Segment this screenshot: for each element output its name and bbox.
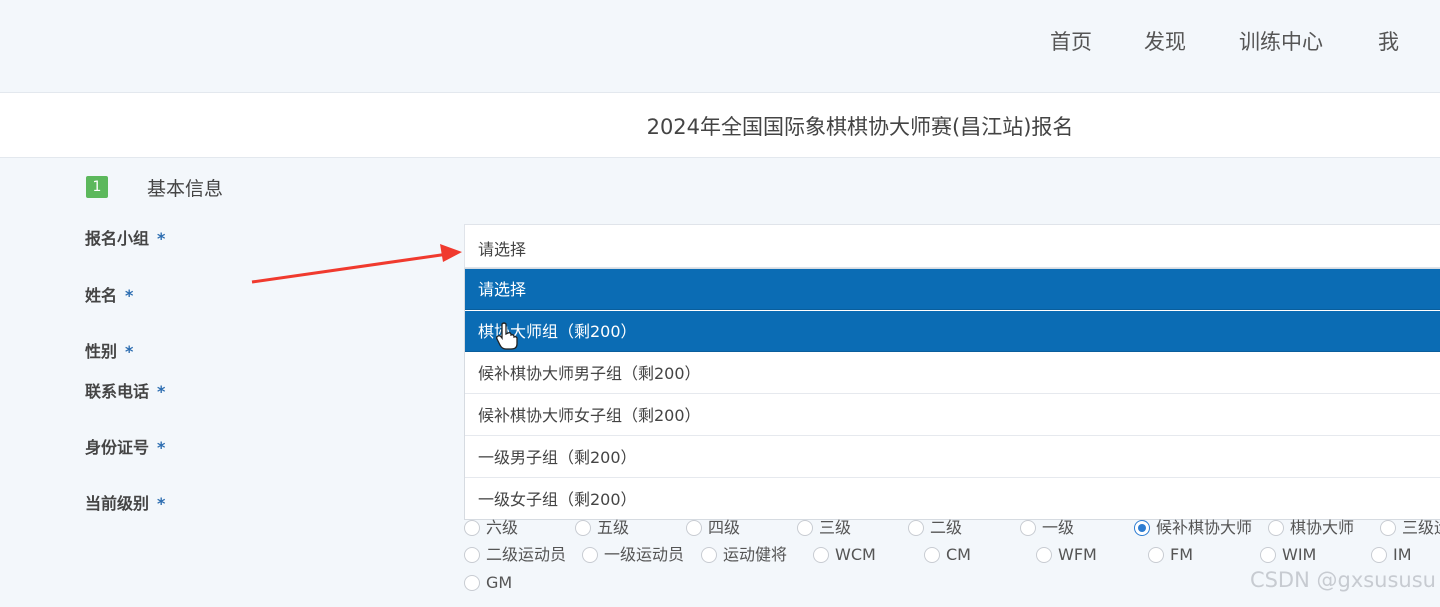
dropdown-option[interactable]: 候补棋协大师男子组（剩200） (465, 353, 1440, 394)
dropdown-option[interactable]: 棋协大师组（剩200） (465, 311, 1440, 352)
nav-discover[interactable]: 发现 (1144, 26, 1186, 56)
level-radio[interactable]: 二级 (908, 518, 962, 538)
group-select[interactable]: 请选择 (464, 224, 1440, 268)
group-select-value: 请选择 (478, 240, 527, 259)
step-badge: 1 (86, 176, 108, 198)
radio-circle-icon (1020, 520, 1036, 536)
radio-circle-icon (1380, 520, 1396, 536)
level-radio[interactable]: 棋协大师 (1268, 518, 1354, 538)
radio-circle-icon (1260, 547, 1276, 563)
title-bar: 2024年全国国际象棋棋协大师赛(昌江站)报名 (0, 93, 1440, 158)
radio-circle-icon (701, 547, 717, 563)
nav-home[interactable]: 首页 (1050, 26, 1092, 56)
radio-circle-icon (686, 520, 702, 536)
watermark: CSDN @gxsususu (1249, 568, 1436, 592)
page-title: 2024年全国国际象棋棋协大师赛(昌江站)报名 (646, 115, 1074, 139)
nav-training-center[interactable]: 训练中心 (1239, 26, 1323, 56)
label-id-number: 身份证号 * (85, 438, 166, 457)
level-radio[interactable]: FM (1148, 545, 1193, 565)
dropdown-option[interactable]: 请选择 (465, 269, 1440, 310)
radio-circle-icon (1371, 547, 1387, 563)
label-phone: 联系电话 * (85, 382, 166, 401)
hand-cursor-icon (496, 322, 518, 350)
level-radio[interactable]: 三级运 (1380, 518, 1440, 538)
radio-circle-icon (464, 575, 480, 591)
level-radio[interactable]: 六级 (464, 518, 518, 538)
level-radio[interactable]: GM (464, 573, 512, 593)
level-radio[interactable]: WFM (1036, 545, 1097, 565)
required-mark: * (125, 342, 134, 361)
radio-circle-icon (575, 520, 591, 536)
level-radio[interactable]: WIM (1260, 545, 1316, 565)
level-radio[interactable]: 五级 (575, 518, 629, 538)
required-mark: * (125, 286, 134, 305)
nav-me[interactable]: 我 (1378, 26, 1399, 56)
required-mark: * (157, 382, 166, 401)
level-radio[interactable]: CM (924, 545, 971, 565)
level-radio-selected[interactable]: 候补棋协大师 (1134, 518, 1252, 538)
group-select-dropdown: 请选择 棋协大师组（剩200） 候补棋协大师男子组（剩200） 候补棋协大师女子… (464, 268, 1440, 520)
radio-circle-icon (797, 520, 813, 536)
dropdown-option[interactable]: 候补棋协大师女子组（剩200） (465, 395, 1440, 436)
level-radio[interactable]: WCM (813, 545, 876, 565)
radio-circle-icon (464, 547, 480, 563)
radio-selected-icon (1134, 520, 1150, 536)
level-radio[interactable]: 一级运动员 (582, 545, 684, 565)
level-radio[interactable]: 二级运动员 (464, 545, 566, 565)
section-title: 基本信息 (147, 178, 224, 200)
level-radio[interactable]: 三级 (797, 518, 851, 538)
radio-circle-icon (582, 547, 598, 563)
label-current-level: 当前级别 * (85, 494, 166, 513)
arrow-shaft (251, 252, 449, 284)
radio-circle-icon (813, 547, 829, 563)
arrow-head (440, 244, 462, 262)
level-radio[interactable]: 运动健将 (701, 545, 787, 565)
label-gender: 性别 * (85, 342, 134, 361)
required-mark: * (157, 494, 166, 513)
level-radio[interactable]: IM (1371, 545, 1412, 565)
radio-circle-icon (1268, 520, 1284, 536)
level-radio[interactable]: 四级 (686, 518, 740, 538)
required-mark: * (157, 438, 166, 457)
radio-circle-icon (908, 520, 924, 536)
dropdown-option[interactable]: 一级男子组（剩200） (465, 437, 1440, 478)
required-mark: * (157, 229, 166, 248)
label-group: 报名小组 * (85, 229, 166, 248)
radio-circle-icon (464, 520, 480, 536)
top-nav: 首页 发现 训练中心 我 (0, 0, 1440, 93)
radio-circle-icon (1148, 547, 1164, 563)
radio-circle-icon (1036, 547, 1052, 563)
label-name: 姓名 * (85, 286, 134, 305)
radio-circle-icon (924, 547, 940, 563)
dropdown-option[interactable]: 一级女子组（剩200） (465, 479, 1440, 520)
level-radio[interactable]: 一级 (1020, 518, 1074, 538)
